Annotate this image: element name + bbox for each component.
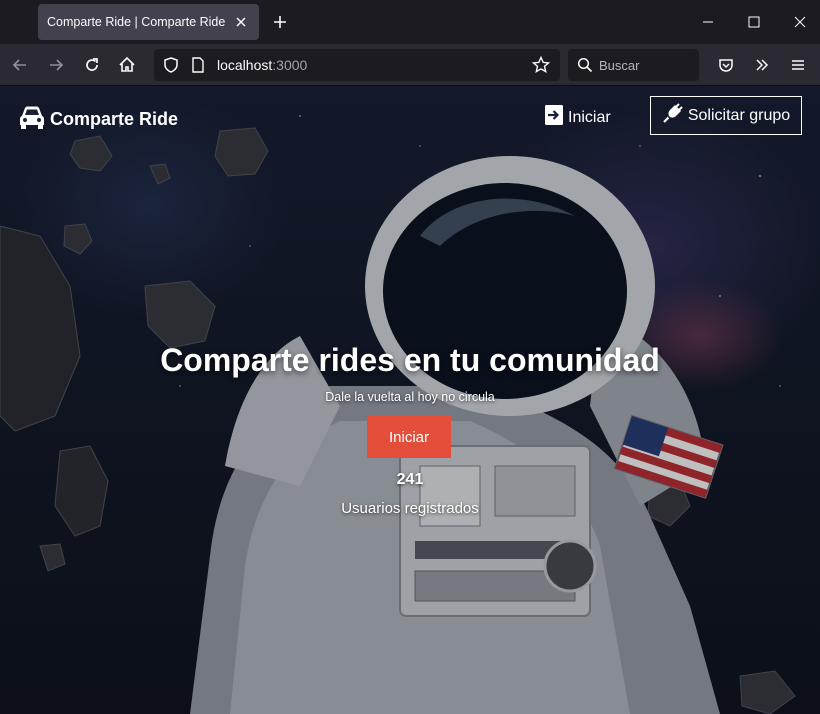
- nav-toolbar: localhost:3000 Buscar: [0, 44, 820, 86]
- tab-title: Comparte Ride | Comparte Ride: [47, 15, 226, 29]
- back-icon[interactable]: [8, 53, 32, 77]
- home-icon[interactable]: [115, 53, 139, 77]
- shield-icon[interactable]: [162, 56, 180, 79]
- star-icon[interactable]: [531, 55, 551, 80]
- close-icon[interactable]: [231, 12, 251, 32]
- page-icon[interactable]: [190, 56, 206, 79]
- hero-title: Comparte rides en tu comunidad: [160, 342, 660, 378]
- url-text[interactable]: localhost:3000: [217, 57, 307, 73]
- search-icon: [577, 57, 593, 78]
- request-group-label: Solicitar grupo: [687, 106, 791, 124]
- car-icon: [18, 104, 46, 135]
- reload-icon[interactable]: [80, 53, 104, 77]
- search-bar[interactable]: Buscar: [568, 49, 699, 81]
- brand-name: Comparte Ride: [50, 109, 179, 129]
- tab-bar: Comparte Ride | Comparte Ride: [0, 0, 820, 44]
- close-window-icon[interactable]: [790, 12, 810, 32]
- pocket-icon[interactable]: [714, 53, 738, 77]
- url-port: :3000: [272, 57, 308, 73]
- plug-icon: [662, 102, 684, 129]
- plus-icon[interactable]: [270, 12, 290, 32]
- login-link[interactable]: Iniciar: [544, 104, 611, 131]
- address-bar[interactable]: localhost:3000: [154, 49, 560, 81]
- extensions-icon[interactable]: [750, 53, 774, 77]
- sign-in-icon: [544, 104, 564, 131]
- brand-logo[interactable]: Comparte Ride: [18, 104, 178, 135]
- users-label: Usuarios registrados: [341, 500, 479, 517]
- forward-icon[interactable]: [44, 53, 68, 77]
- users-count: 241: [396, 471, 424, 488]
- hero-subtitle: Dale la vuelta al hoy no circula: [325, 390, 495, 404]
- landing-page: Comparte Ride Iniciar Solicitar grupo Co…: [0, 86, 820, 714]
- maximize-icon[interactable]: [744, 12, 764, 32]
- login-label: Iniciar: [568, 108, 611, 126]
- minimize-icon[interactable]: [698, 12, 718, 32]
- url-host: localhost: [217, 57, 273, 73]
- menu-icon[interactable]: [786, 53, 810, 77]
- browser-tab[interactable]: Comparte Ride | Comparte Ride: [38, 4, 259, 40]
- start-button[interactable]: Iniciar: [367, 416, 451, 458]
- request-group-button[interactable]: Solicitar grupo: [650, 96, 802, 135]
- search-placeholder: Buscar: [599, 58, 640, 73]
